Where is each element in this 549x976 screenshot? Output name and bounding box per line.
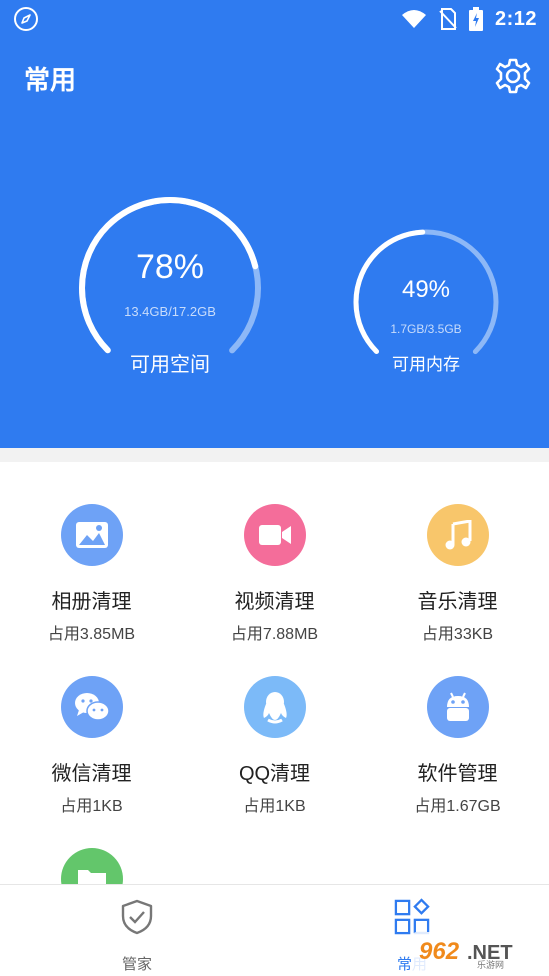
svg-text:962: 962 [419, 938, 460, 965]
memory-label: 可用内存 [392, 355, 460, 374]
storage-detail: 13.4GB/17.2GB [124, 304, 216, 319]
tool-file-clean[interactable] [0, 806, 183, 884]
svg-text:乐游网: 乐游网 [477, 959, 504, 969]
header: 常用 78% 13.4GB/17.2GB 可用空间 49% 1.7GB/3.5G… [0, 38, 549, 448]
android-icon [427, 676, 489, 738]
clock: 2:12 [494, 7, 537, 30]
memory-percent: 49% [401, 276, 451, 303]
tool-size: 占用1KB [243, 798, 306, 815]
status-icons: 2:12 [401, 7, 537, 31]
tool-qq-clean[interactable]: QQ清理 占用1KB [183, 634, 366, 815]
folder-icon [61, 848, 123, 884]
tool-name: 视频清理 [234, 591, 315, 613]
storage-percent: 78% [135, 248, 205, 286]
gear-icon[interactable] [493, 56, 533, 96]
tools-panel: 相册清理 占用3.85MB 视频清理 占用7.88MB 音乐清理 占用33KB … [0, 462, 549, 884]
wechat-icon [61, 676, 123, 738]
tool-name: 相册清理 [51, 591, 132, 613]
page-title: 常用 [24, 65, 77, 95]
wifi-icon [401, 10, 426, 28]
watermark-logo: 962 .NET 乐游网 [411, 932, 543, 972]
memory-detail: 1.7GB/3.5GB [390, 322, 462, 336]
storage-gauge: 78% 13.4GB/17.2GB 可用空间 [70, 188, 270, 388]
nav-item-guard[interactable]: 管家 [37, 885, 237, 976]
apps-grid-icon [394, 898, 430, 935]
qq-penguin-icon [244, 676, 306, 738]
tool-name: 微信清理 [51, 763, 132, 785]
photo-icon [61, 504, 123, 566]
tool-album-clean[interactable]: 相册清理 占用3.85MB [0, 462, 183, 643]
tool-wechat-clean[interactable]: 微信清理 占用1KB [0, 634, 183, 815]
storage-label: 可用空间 [130, 354, 210, 376]
tool-name: 音乐清理 [417, 591, 498, 613]
video-camera-icon [244, 504, 306, 566]
rocket-icon [14, 7, 38, 31]
tool-video-clean[interactable]: 视频清理 占用7.88MB [183, 462, 366, 643]
shield-check-icon [119, 899, 155, 935]
tool-name: QQ清理 [238, 763, 311, 785]
no-sim-icon [439, 8, 457, 30]
tool-name: 软件管理 [417, 763, 498, 785]
tool-app-manage[interactable]: 软件管理 占用1.67GB [366, 634, 549, 815]
status-bar: 2:12 [0, 0, 549, 38]
nav-label: 管家 [121, 956, 152, 973]
memory-gauge: 49% 1.7GB/3.5GB 可用内存 [350, 226, 502, 378]
music-note-icon [427, 504, 489, 566]
battery-charging-icon [468, 7, 483, 31]
tool-size: 占用1.67GB [414, 798, 501, 815]
tool-music-clean[interactable]: 音乐清理 占用33KB [366, 462, 549, 643]
